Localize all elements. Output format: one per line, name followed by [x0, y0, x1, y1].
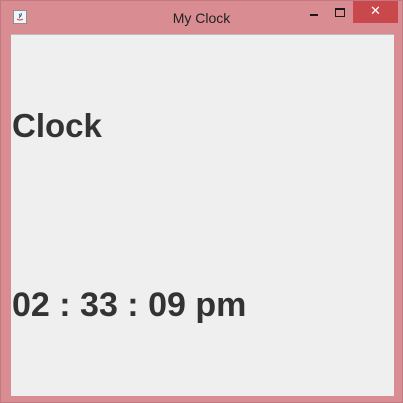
- clock-panel: Clock 02 : 33 : 09 pm: [11, 34, 394, 396]
- close-icon: ✕: [370, 4, 381, 19]
- minimize-icon: [310, 14, 318, 16]
- time-display: 02 : 33 : 09 pm: [12, 286, 247, 324]
- clock-heading: Clock: [12, 107, 102, 144]
- title-bar[interactable]: My Clock ✕: [1, 1, 402, 33]
- minimize-button[interactable]: [301, 1, 327, 23]
- maximize-icon: [335, 8, 345, 17]
- close-button[interactable]: ✕: [353, 1, 398, 23]
- maximize-button[interactable]: [327, 1, 353, 23]
- app-window: My Clock ✕ Clock 02 : 33 : 09 pm: [0, 0, 403, 403]
